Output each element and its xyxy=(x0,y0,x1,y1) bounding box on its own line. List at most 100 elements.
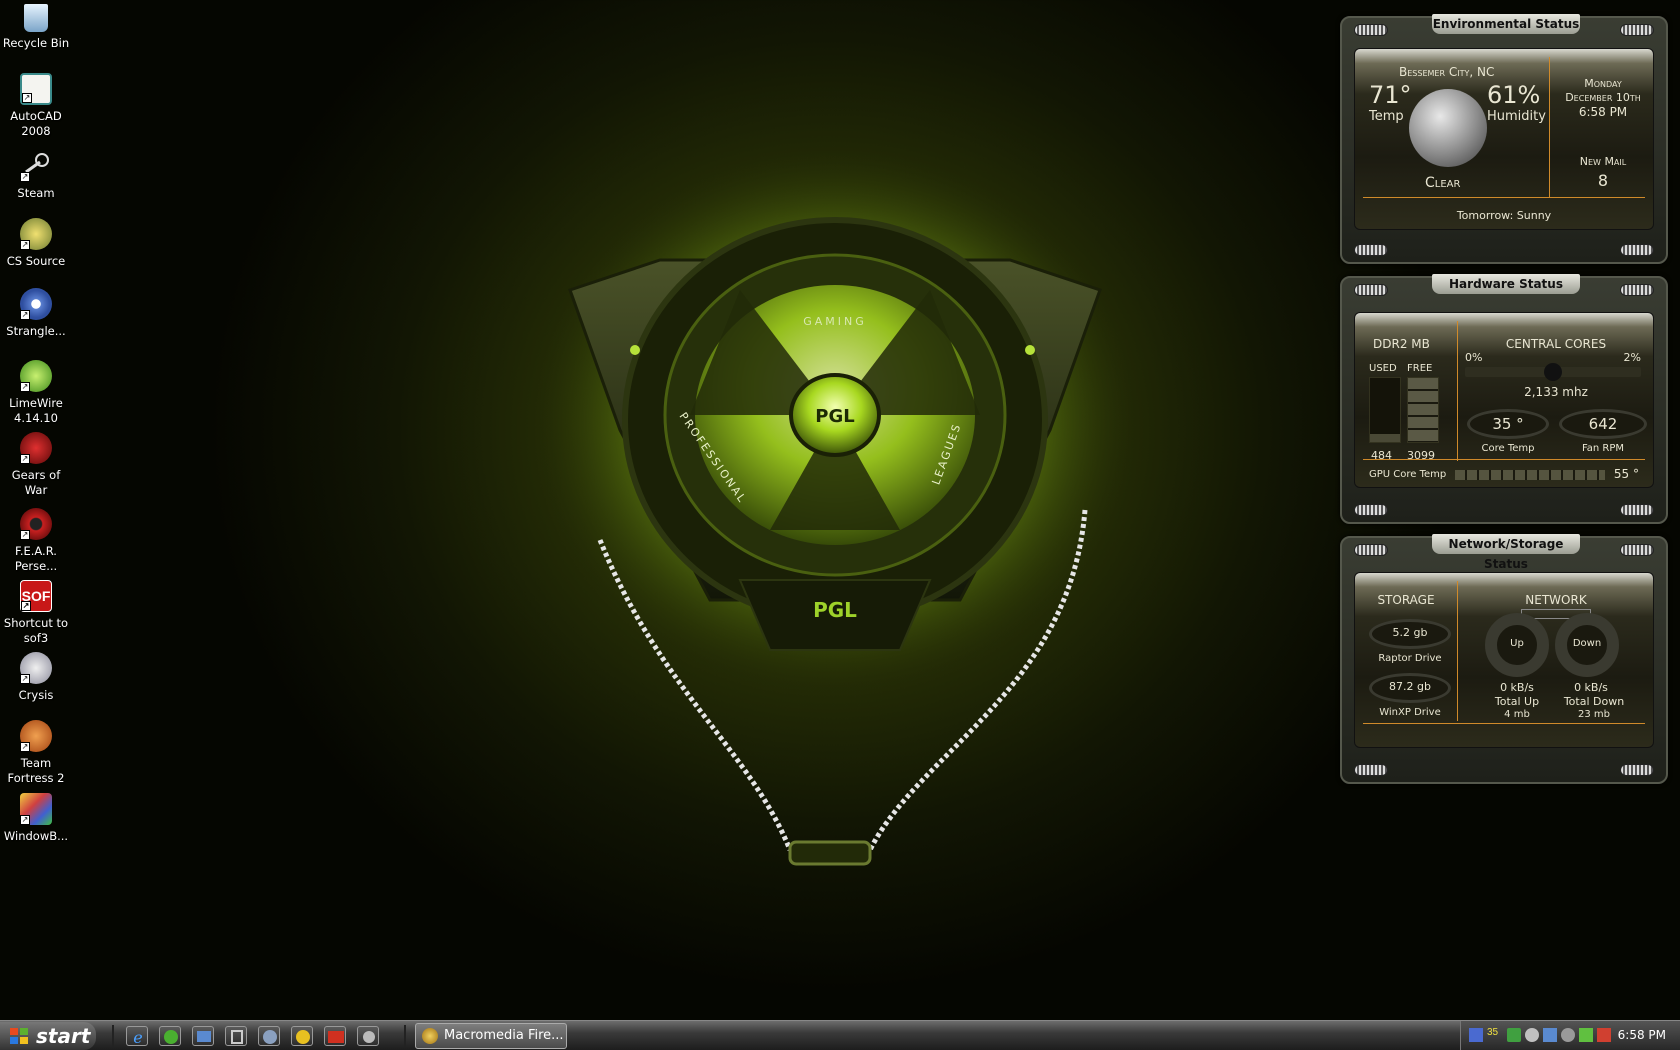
taskbar-button-macromedia[interactable]: Macromedia Fire... xyxy=(415,1023,567,1049)
limewire-icon: ↗ xyxy=(20,360,52,392)
tray-icon[interactable] xyxy=(1525,1028,1539,1042)
grille-decoration xyxy=(1354,284,1388,296)
taskbar: start e Macromedia Fire... 35 6:58 PM xyxy=(0,1020,1680,1050)
total-up-value: 4 mb xyxy=(1504,709,1530,720)
cs-source-icon: ↗ xyxy=(20,218,52,250)
core0-load: 0% xyxy=(1465,351,1483,364)
storage-label: STORAGE xyxy=(1377,593,1435,607)
tray-icon[interactable] xyxy=(1597,1028,1611,1042)
grille-decoration xyxy=(1620,244,1654,256)
moon-icon xyxy=(1409,89,1487,167)
used-memory-bar xyxy=(1369,377,1401,443)
desktop-icon-strangle[interactable]: ↗ Strangle... xyxy=(0,288,72,339)
desktop-icon-autocad[interactable]: ↗ AutoCAD 2008 xyxy=(0,73,72,139)
grille-decoration xyxy=(1620,504,1654,516)
total-down-label: Total Down xyxy=(1563,695,1625,708)
autocad-icon: ↗ xyxy=(20,73,52,105)
gadget-title: Network/Storage Status xyxy=(1432,534,1580,571)
recycle-bin-icon xyxy=(24,4,48,32)
core-temp-value: 35 ° xyxy=(1492,415,1524,433)
env-screen: Bessemer City, NC 71° Temp 61% Humidity … xyxy=(1354,48,1654,230)
network-label: NETWORK xyxy=(1525,593,1587,607)
environmental-status-gadget[interactable]: Environmental Status Bessemer City, NC 7… xyxy=(1340,14,1668,264)
strangle-icon: ↗ xyxy=(20,288,52,320)
gpu-temp-bar xyxy=(1455,470,1605,480)
desktop-icon-cs-source[interactable]: ↗ CS Source xyxy=(0,218,72,269)
hardware-status-gadget[interactable]: Hardware Status DDR2 MB USED FREE 484 30… xyxy=(1340,274,1668,524)
tray-icon[interactable] xyxy=(1579,1028,1593,1042)
app-icon[interactable] xyxy=(225,1026,247,1046)
total-up-label: Total Up xyxy=(1494,695,1540,708)
new-mail-label: New Mail xyxy=(1579,155,1627,168)
hw-screen: DDR2 MB USED FREE 484 3099 CENTRAL CORES… xyxy=(1354,312,1654,488)
start-label: start xyxy=(36,1024,91,1048)
gpu-temp-label: GPU Core Temp xyxy=(1369,469,1447,480)
crysis-icon: ↗ xyxy=(20,652,52,684)
lower-pgl-logo: PGL xyxy=(813,598,857,622)
time-label: 6:58 PM xyxy=(1578,105,1628,119)
ie-icon[interactable]: e xyxy=(126,1026,148,1047)
grille-decoration xyxy=(1620,764,1654,776)
network-storage-status-gadget[interactable]: Network/Storage Status STORAGE 5.2 gb Ra… xyxy=(1340,534,1668,784)
tray-icon[interactable] xyxy=(1507,1028,1521,1042)
pgl-emblem-graphic: PGL GAMING PROFESSIONAL LEAGUES PGL xyxy=(535,150,1135,866)
free-label: FREE xyxy=(1407,363,1433,374)
desktop-icon-sof3[interactable]: SOF ↗ Shortcut to sof3 xyxy=(0,580,72,646)
up-rate: 0 kB/s xyxy=(1500,681,1534,694)
steam-icon: ↗ xyxy=(20,150,52,182)
cpu-speed: 2,133 mhz xyxy=(1524,385,1588,399)
desktop-icon-recycle-bin[interactable]: Recycle Bin xyxy=(0,4,72,51)
divider xyxy=(1363,197,1645,198)
desktop-icon-limewire[interactable]: ↗ LimeWire 4.14.10 xyxy=(0,360,72,426)
desktop-icon-gears-of-war[interactable]: ↗ Gears of War xyxy=(0,432,72,498)
gpu-temp-value: 55 ° xyxy=(1613,467,1639,481)
aim2-icon[interactable] xyxy=(324,1026,346,1046)
raptor-drive-size: 5.2 gb xyxy=(1392,626,1428,639)
desktop-icon[interactable] xyxy=(192,1026,214,1046)
clock[interactable]: 6:58 PM xyxy=(1618,1028,1666,1042)
grille-decoration xyxy=(1354,504,1388,516)
cpu-label: CENTRAL CORES xyxy=(1505,337,1607,351)
grille-decoration xyxy=(1620,284,1654,296)
center-pgl-logo: PGL xyxy=(815,406,854,427)
desktop-icon-crysis[interactable]: ↗ Crysis xyxy=(0,652,72,703)
winxp-drive-name: WinXP Drive xyxy=(1379,707,1441,718)
humidity-label: Humidity xyxy=(1487,109,1546,124)
volume-icon[interactable] xyxy=(1561,1028,1575,1042)
new-mail-count[interactable]: 8 xyxy=(1551,171,1655,190)
temp-tray-text[interactable]: 35 xyxy=(1487,1027,1498,1038)
gadget-title: Environmental Status xyxy=(1432,14,1580,34)
condition-label: Clear xyxy=(1425,175,1461,191)
s-icon[interactable] xyxy=(258,1026,280,1046)
svg-text:e: e xyxy=(133,1028,142,1047)
divider xyxy=(1363,459,1645,460)
total-down-value: 23 mb xyxy=(1578,709,1610,720)
desktop-icon-team-fortress[interactable]: ↗ Team Fortress 2 xyxy=(0,720,72,786)
network-tray-icon[interactable] xyxy=(1469,1028,1483,1042)
sof3-icon: SOF ↗ xyxy=(20,580,52,612)
temp-label: Temp xyxy=(1369,109,1404,124)
separator xyxy=(404,1025,406,1047)
fan-rpm-value: 642 xyxy=(1588,415,1618,433)
gaming-arc-text: GAMING xyxy=(803,315,867,328)
gears-of-war-icon: ↗ xyxy=(20,432,52,464)
upload-label: Up xyxy=(1510,638,1524,649)
settings-icon[interactable] xyxy=(357,1026,379,1046)
desktop-icon-windowblinds[interactable]: ↗ WindowB... xyxy=(0,793,72,844)
grille-decoration xyxy=(1354,24,1388,36)
aim-icon[interactable] xyxy=(291,1026,313,1046)
used-value: 484 xyxy=(1371,449,1392,462)
desktop-icon-fear[interactable]: ↗ F.E.A.R. Perse... xyxy=(0,508,72,574)
gadget-title: Hardware Status xyxy=(1432,274,1580,294)
windows-logo-icon xyxy=(10,1028,28,1044)
utorrent-icon[interactable] xyxy=(159,1026,181,1046)
used-label: USED xyxy=(1369,363,1397,374)
desktop-icon-steam[interactable]: ↗ Steam xyxy=(0,150,72,201)
tray-icon[interactable] xyxy=(1543,1028,1557,1042)
grille-decoration xyxy=(1620,544,1654,556)
start-button[interactable]: start xyxy=(0,1022,96,1050)
system-tray: 35 6:58 PM xyxy=(1460,1021,1680,1050)
winxp-drive-size: 87.2 gb xyxy=(1389,680,1431,693)
free-memory-bar xyxy=(1407,377,1439,443)
grille-decoration xyxy=(1354,764,1388,776)
